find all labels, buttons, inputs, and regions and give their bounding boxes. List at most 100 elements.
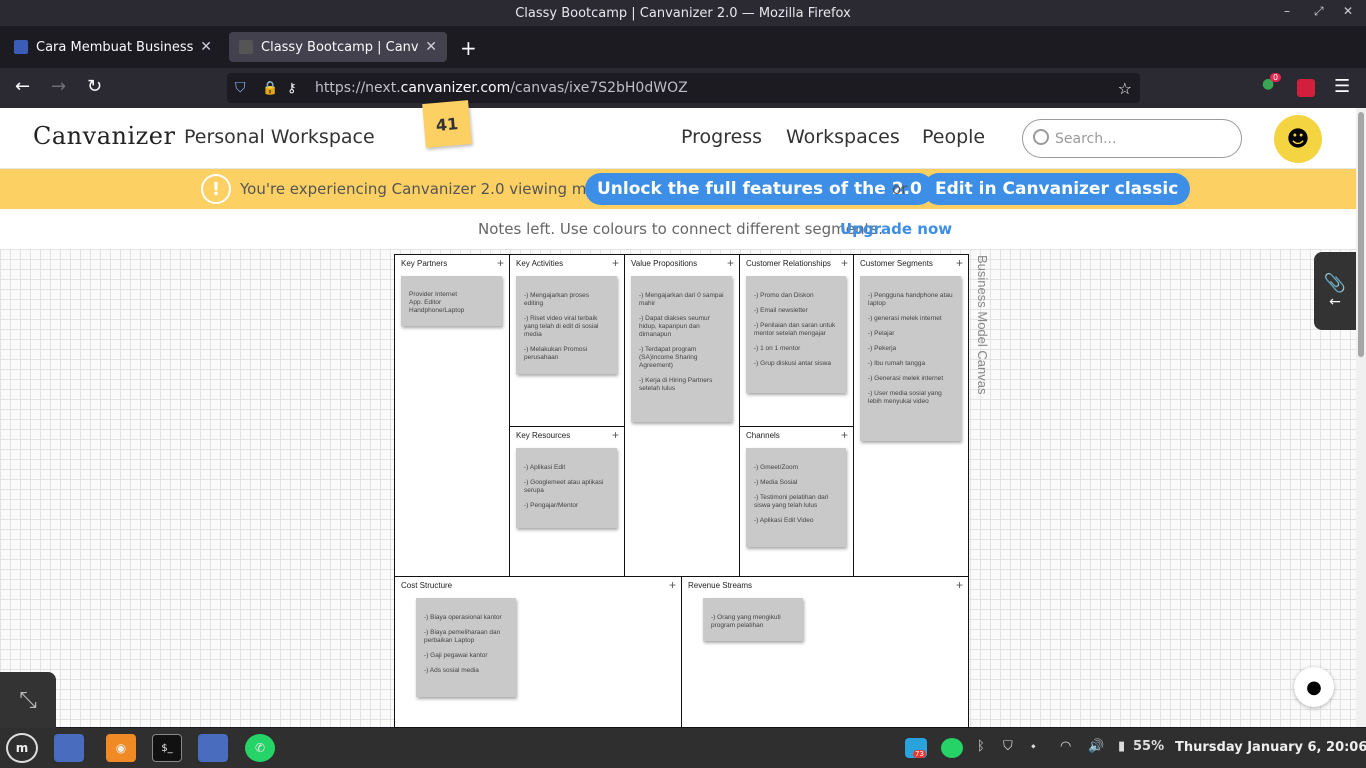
sticky-note[interactable]: -) Mengajarkan proses editing -) Riset v… [516, 276, 617, 374]
upgrade-now-link[interactable]: Upgrade now [840, 220, 952, 238]
note-line: -) Biaya pemeliharaan dan perbaikan Lapt… [424, 629, 501, 644]
note-line: -) Ibu rumah tangga [868, 360, 926, 367]
add-note-icon[interactable]: + [841, 428, 848, 442]
volume-icon[interactable]: 🔊 [1088, 739, 1104, 754]
tab-close-icon[interactable]: ✕ [200, 39, 212, 55]
bluetooth-icon[interactable]: ᛒ [977, 739, 985, 754]
nav-workspaces[interactable]: Workspaces [786, 126, 900, 148]
search-input[interactable]: Search... [1022, 119, 1242, 158]
files-icon[interactable] [198, 734, 228, 762]
wifi-icon[interactable]: ◠ [1060, 739, 1071, 754]
cell-title: Channels [746, 431, 780, 440]
note-line: -) Googlemeet atau aplikasi serupa [524, 479, 604, 494]
cell-title: Key Activities [516, 259, 564, 268]
minimize-icon[interactable]: – [1284, 4, 1290, 18]
new-tab-button[interactable]: + [460, 36, 477, 60]
add-note-icon[interactable]: + [956, 256, 963, 270]
search-placeholder: Search... [1055, 130, 1117, 147]
shield-icon[interactable]: ⛉ [235, 80, 246, 96]
clock[interactable]: Thursday January 6, 20:06:23 [1175, 740, 1366, 755]
add-note-icon[interactable]: + [956, 578, 963, 592]
edit-classic-button[interactable]: Edit in Canvanizer classic [923, 173, 1191, 205]
note-line: -) Penilaian dan saran untuk mentor sete… [754, 322, 836, 337]
note-line: -) Riset video viral terbaik yang telah … [524, 315, 599, 338]
terminal-icon[interactable]: $_ [152, 734, 182, 762]
scrollbar-thumb[interactable] [1358, 112, 1364, 357]
mendeley-icon[interactable] [1297, 79, 1315, 97]
add-note-icon[interactable]: + [497, 256, 504, 270]
cell-title: Customer Segments [860, 259, 933, 268]
tab-close-icon[interactable]: ✕ [425, 39, 437, 55]
add-note-icon[interactable]: + [612, 256, 619, 270]
canvanizer-logo[interactable]: Canvanizer [33, 122, 175, 150]
collapse-arrows-icon: ⤡ [19, 687, 37, 713]
cookie-settings-button[interactable]: ● [1294, 667, 1334, 707]
sticky-note[interactable]: -) Gmeet/Zoom -) Media Sosial -) Testimo… [746, 448, 846, 547]
show-desktop-icon[interactable] [54, 734, 84, 762]
menu-icon[interactable]: ☰ [1334, 76, 1350, 97]
note-line: -) Grup diskusi antar siswa [754, 360, 831, 367]
banner-message: You're experiencing Canvanizer 2.0 viewi… [240, 180, 620, 198]
note-line: -) Dapat diakses seumur hidup, kapanpun … [639, 315, 710, 338]
sticky-note[interactable]: Provider Internet App. Editor Handphone/… [401, 276, 502, 326]
tab-canvanizer[interactable]: Classy Bootcamp | Canvaniz ✕ [229, 32, 447, 62]
whatsapp-tray-icon[interactable] [941, 738, 963, 758]
key-icon[interactable]: ⚷ [287, 81, 297, 96]
note-line: App. Editor [409, 299, 442, 306]
restore-icon[interactable]: ⤢ [1314, 4, 1324, 19]
add-note-icon[interactable]: + [669, 578, 676, 592]
network-icon[interactable]: ⬩ [1031, 739, 1036, 754]
sticky-note[interactable]: -) Biaya operasional kantor -) Biaya pem… [416, 598, 516, 697]
url-text[interactable]: https://next.canvanizer.com/canvas/ixe7S… [315, 80, 688, 96]
forward-icon[interactable]: → [51, 76, 66, 97]
note-line: -) Media Sosial [754, 479, 798, 486]
close-window-icon[interactable]: ✕ [1343, 4, 1353, 18]
sticky-note[interactable]: -) Promo dan Diskon -) Email newsletter … [746, 276, 846, 393]
taskbar: m ◉ $_ ✆ 73 ᛒ ⛉ ⬩ ◠ 🔊 ▮ 55% Thursday Jan… [0, 728, 1366, 768]
note-line: -) Ads sosial media [424, 667, 479, 674]
tab-title: Cara Membuat Business Mo [36, 39, 194, 55]
url-bar[interactable]: ⛉ 🔒 ⚷ https://next.canvanizer.com/canvas… [227, 73, 1140, 103]
workspace-title[interactable]: Personal Workspace [184, 126, 375, 148]
note-line: -) Email newsletter [754, 307, 808, 314]
note-line: -) Biaya operasional kantor [424, 614, 502, 621]
note-line: -) Gmeet/Zoom [754, 464, 799, 471]
nav-people[interactable]: People [922, 126, 985, 148]
add-note-icon[interactable]: + [727, 256, 734, 270]
note-line: -) Pengguna handphone atau laptop [868, 292, 953, 307]
lock-icon[interactable]: 🔒 [262, 81, 278, 96]
sticky-note[interactable]: -) Orang yang mengikuti program pelatiha… [703, 598, 803, 641]
battery-percent: 55% [1133, 739, 1165, 754]
bookmark-star-icon[interactable]: ☆ [1118, 79, 1132, 98]
viewing-mode-banner: ! You're experiencing Canvanizer 2.0 vie… [0, 169, 1356, 209]
collapse-button[interactable]: ⤡ [0, 672, 56, 728]
firefox-icon[interactable]: ◉ [106, 734, 136, 762]
sticky-note[interactable]: -) Pengguna handphone atau laptop -) gen… [860, 276, 961, 441]
tab-strip: Cara Membuat Business Mo ✕ Classy Bootca… [0, 26, 1366, 68]
note-line: -) Terdapat program (SA)Income Sharing A… [639, 346, 698, 369]
attachments-panel-button[interactable]: 📎 ← [1314, 252, 1356, 330]
add-note-icon[interactable]: + [841, 256, 848, 270]
note-line: -) Pekerja [868, 345, 897, 352]
extension-badge: 0 [1270, 73, 1282, 82]
battery-icon[interactable]: ▮ [1118, 739, 1125, 754]
sticky-note[interactable]: -) Aplikasi Edit -) Googlemeet atau apli… [516, 448, 617, 528]
window-title: Classy Bootcamp | Canvanizer 2.0 — Mozil… [515, 5, 851, 21]
whatsapp-icon[interactable]: ✆ [245, 734, 275, 762]
nav-progress[interactable]: Progress [681, 126, 762, 148]
avatar[interactable]: ☻ [1274, 115, 1322, 163]
sticky-note[interactable]: -) Mengajarkan dari 0 sampai mahir -) Da… [631, 276, 732, 422]
favicon-icon [14, 40, 28, 54]
reload-icon[interactable]: ↻ [87, 76, 102, 97]
unlock-features-button[interactable]: Unlock the full features of the 2.0 [585, 173, 934, 205]
cell-title: Cost Structure [401, 581, 453, 590]
tab-business-model[interactable]: Cara Membuat Business Mo ✕ [4, 32, 222, 62]
telegram-badge: 73 [913, 750, 926, 758]
back-icon[interactable]: ← [15, 76, 30, 97]
search-icon [1033, 129, 1049, 145]
nav-bar: ← → ↻ ⛉ 🔒 ⚷ https://next.canvanizer.com/… [0, 68, 1366, 108]
shield-tray-icon[interactable]: ⛉ [1003, 739, 1013, 754]
paperclip-icon: 📎 [1323, 272, 1347, 294]
mint-menu-icon[interactable]: m [6, 733, 38, 763]
add-note-icon[interactable]: + [612, 428, 619, 442]
